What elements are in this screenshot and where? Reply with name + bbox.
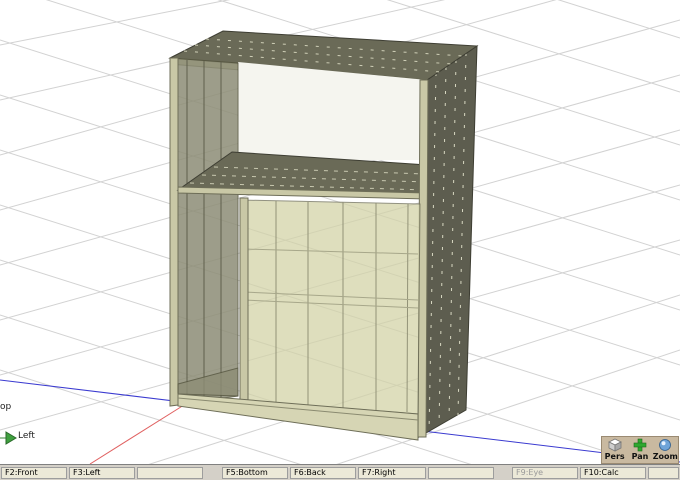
axis-label-top: op: [0, 402, 12, 412]
pan-button[interactable]: Pan: [627, 437, 652, 463]
cabinet-scene[interactable]: [0, 0, 680, 464]
axis-label-left: Left: [18, 431, 35, 441]
view-navigation-panel: Pers Pan Zoom: [601, 436, 679, 464]
cabinet-left-side: [169, 57, 239, 407]
fkey-empty-3[interactable]: [648, 467, 679, 479]
fkey-bottom-view[interactable]: F5:Bottom: [222, 467, 288, 479]
zoom-button[interactable]: Zoom: [653, 437, 678, 463]
fkey-calc[interactable]: F10:Calc: [580, 467, 646, 479]
fkey-front-view[interactable]: F2:Front: [1, 467, 67, 479]
zoom-label: Zoom: [652, 452, 678, 461]
fkey-empty-2[interactable]: [428, 467, 494, 479]
fkey-right-view[interactable]: F7:Right: [358, 467, 426, 479]
cube-icon: [607, 438, 622, 452]
function-key-bar: F2:Front F3:Left F5:Bottom F6:Back F7:Ri…: [0, 464, 680, 480]
pan-label: Pan: [631, 452, 649, 461]
fkey-eye-view[interactable]: F9:Eye: [512, 467, 578, 479]
fkey-left-view[interactable]: F3:Left: [69, 467, 135, 479]
move-cross-icon: [633, 438, 647, 452]
zoom-sphere-icon: [659, 439, 672, 451]
perspective-label: Pers: [604, 452, 625, 461]
cabinet-doors: [239, 197, 421, 415]
perspective-button[interactable]: Pers: [602, 437, 627, 463]
fkey-back-view[interactable]: F6:Back: [290, 467, 356, 479]
axis-arrow-icon: [0, 431, 17, 445]
fkey-empty-1[interactable]: [137, 467, 203, 479]
y-axis-line: [89, 404, 185, 464]
3d-viewport[interactable]: Left op Pers Pan Zoom: [0, 0, 680, 464]
